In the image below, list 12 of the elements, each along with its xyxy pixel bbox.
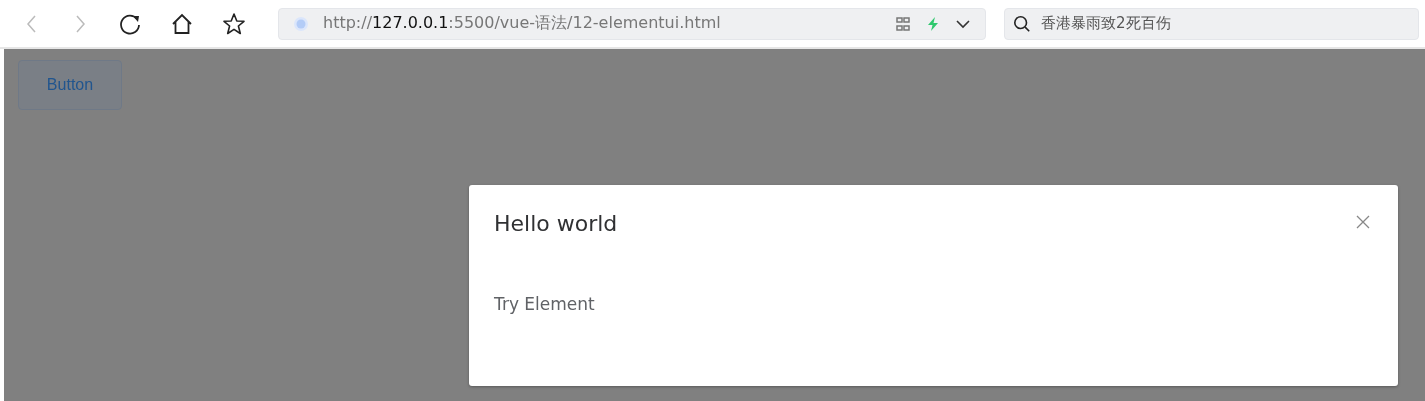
address-bar[interactable]: http://127.0.0.1:5500/vue-语法/12-elementui.html: [278, 7, 986, 40]
qr-code-icon[interactable]: [895, 15, 911, 32]
site-icon: [293, 15, 309, 32]
lightning-icon[interactable]: [925, 15, 941, 32]
search-icon: [1013, 14, 1031, 33]
search-field[interactable]: 香港暴雨致2死百伤: [1004, 7, 1419, 40]
url-text: http://127.0.0.1:5500/vue-语法/12-elementui.html: [323, 13, 721, 34]
star-icon[interactable]: [222, 11, 246, 36]
dialog-title: Hello world: [494, 211, 618, 236]
dialog-body-text: Try Element: [494, 294, 595, 314]
home-icon[interactable]: [170, 11, 194, 36]
close-icon[interactable]: [1356, 215, 1370, 229]
